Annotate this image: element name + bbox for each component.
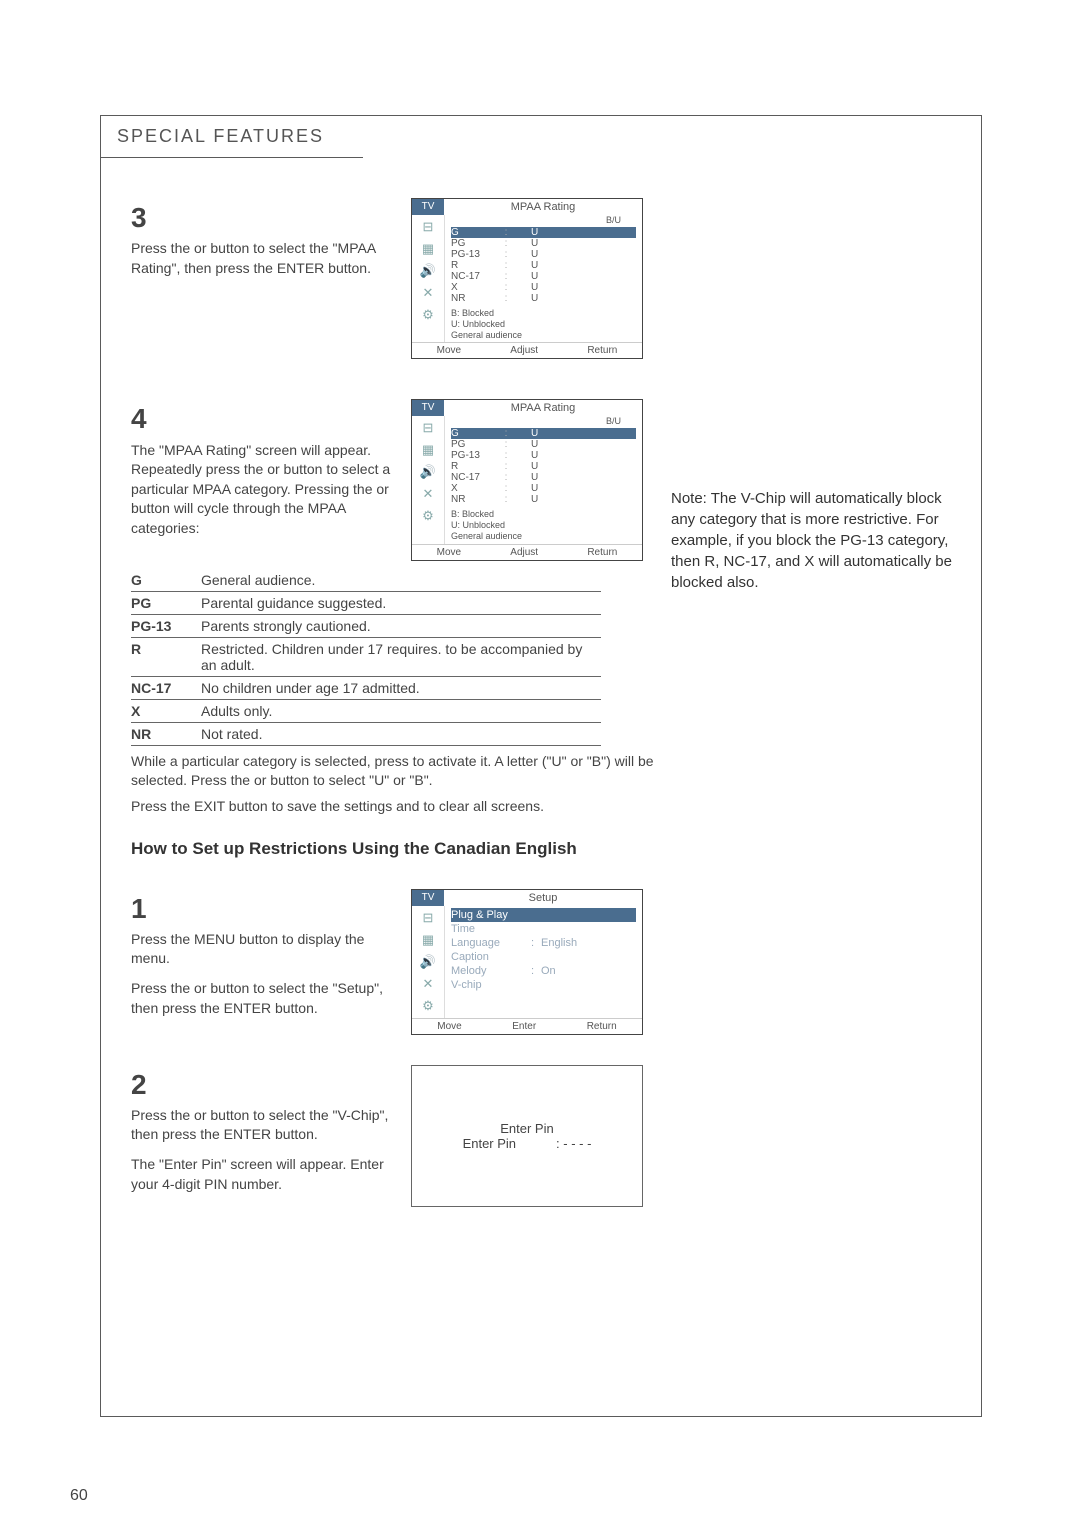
pin-value: : - - - -: [556, 1136, 591, 1151]
pin-title: Enter Pin: [500, 1121, 553, 1136]
step-body: Press the or button to select the "Setup…: [131, 979, 391, 1018]
sound-icon: 🔊: [420, 954, 436, 970]
activate-paragraph: While a particular category is selected,…: [131, 752, 701, 791]
picture-icon: ▦: [422, 932, 434, 948]
step-2: 2 Press the or button to select the "V-C…: [131, 1065, 951, 1207]
osd-mpaa-rating-2: TV MPAA Rating ⊟ ▦ 🔊 ✕ ⚙ B/U G:U: [411, 399, 643, 560]
manual-page: SPECIAL FEATURES 3 Press the or button t…: [100, 115, 982, 1417]
picture-icon: ▦: [422, 241, 434, 257]
step-1: 1 Press the MENU button to display the m…: [131, 889, 951, 1035]
antenna-icon: ⊟: [423, 910, 434, 926]
vchip-note: Note: The V-Chip will automatically bloc…: [671, 488, 961, 593]
pin-label: Enter Pin: [463, 1136, 516, 1151]
step-body: Press the or button to select the "MPAA …: [131, 240, 375, 276]
osd-setup: TV Setup ⊟ ▦ 🔊 ✕ ⚙ Plug & Play Time Lang…: [411, 889, 643, 1035]
sound-icon: 🔊: [420, 464, 436, 480]
step-body: Press the MENU button to display the men…: [131, 930, 391, 969]
antenna-icon: ⊟: [423, 420, 434, 436]
picture-icon: ▦: [422, 442, 434, 458]
setup-icon: ✕: [423, 976, 434, 992]
setup-icon: ✕: [423, 486, 434, 502]
settings-icon: ⚙: [422, 998, 434, 1014]
osd-title: MPAA Rating: [444, 199, 642, 215]
step-number: 2: [131, 1065, 391, 1104]
step-3: 3 Press the or button to select the "MPA…: [131, 198, 951, 359]
osd-enter-pin: Enter Pin Enter Pin : - - - -: [411, 1065, 643, 1207]
page-number: 60: [70, 1487, 88, 1505]
mpaa-rating-table: GGeneral audience. PGParental guidance s…: [131, 569, 601, 746]
osd-icon-column: ⊟ ▦ 🔊 ✕ ⚙: [412, 215, 445, 342]
step-4-text: 4 The "MPAA Rating" screen will appear. …: [131, 399, 391, 538]
setup-icon: ✕: [423, 285, 434, 301]
osd-list: G:U PG:U PG-13:U R:U NC-17:U X:U NR:U: [445, 225, 642, 306]
osd-header-bu: B/U: [606, 215, 636, 225]
settings-icon: ⚙: [422, 307, 434, 323]
subheading: How to Set up Restrictions Using the Can…: [131, 839, 951, 859]
osd-icon-column: ⊟ ▦ 🔊 ✕ ⚙: [412, 416, 445, 543]
osd-tab: TV: [412, 400, 444, 416]
page-content: 3 Press the or button to select the "MPA…: [101, 198, 981, 1438]
step-number: 3: [131, 198, 391, 237]
osd-title: MPAA Rating: [444, 400, 642, 416]
antenna-icon: ⊟: [423, 219, 434, 235]
osd-mpaa-rating: TV MPAA Rating ⊟ ▦ 🔊 ✕ ⚙ B/U G:U: [411, 198, 643, 359]
step-body: The "MPAA Rating" screen will appear. Re…: [131, 442, 390, 536]
section-header: SPECIAL FEATURES: [101, 116, 363, 158]
exit-paragraph: Press the EXIT button to save the settin…: [131, 797, 701, 817]
sound-icon: 🔊: [420, 263, 436, 279]
step-number: 1: [131, 889, 391, 928]
step-number: 4: [131, 399, 391, 438]
step-body: The "Enter Pin" screen will appear. Ente…: [131, 1155, 391, 1194]
osd-tab: TV: [412, 199, 444, 215]
step-3-text: 3 Press the or button to select the "MPA…: [131, 198, 391, 278]
step-body: Press the or button to select the "V-Chi…: [131, 1106, 391, 1145]
settings-icon: ⚙: [422, 508, 434, 524]
